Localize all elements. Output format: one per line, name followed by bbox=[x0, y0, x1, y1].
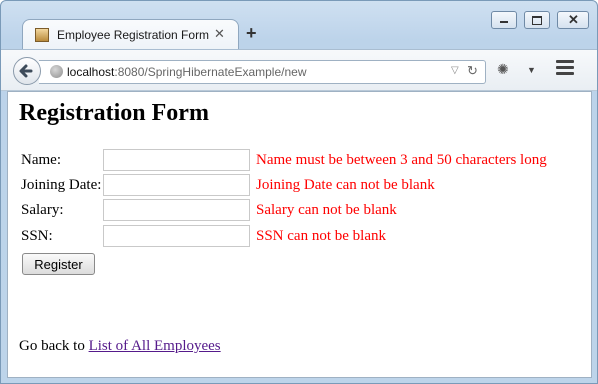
close-icon: ✕ bbox=[568, 12, 579, 27]
page-title: Registration Form bbox=[19, 100, 209, 126]
ssn-input[interactable] bbox=[103, 225, 250, 247]
back-arrow-icon bbox=[19, 64, 33, 78]
favicon-icon bbox=[35, 28, 49, 42]
joining-date-error: Joining Date can not be blank bbox=[256, 177, 435, 193]
url-path: :8080/SpringHibernateExample/new bbox=[114, 65, 307, 79]
menu-icon[interactable] bbox=[556, 60, 574, 78]
minimize-button[interactable] bbox=[491, 11, 517, 29]
minimize-icon bbox=[500, 21, 508, 23]
back-button[interactable] bbox=[13, 57, 41, 85]
joining-date-input[interactable] bbox=[103, 174, 250, 196]
browser-window: ✕ Employee Registration Form ✕ + localho… bbox=[0, 0, 598, 384]
joining-date-label: Joining Date: bbox=[21, 177, 102, 193]
go-back-text: Go back to bbox=[19, 338, 85, 354]
globe-icon bbox=[50, 65, 63, 78]
ssn-error: SSN can not be blank bbox=[256, 228, 386, 244]
extension-icon[interactable]: ✺ bbox=[497, 61, 509, 78]
salary-input[interactable] bbox=[103, 199, 250, 221]
register-button[interactable]: Register bbox=[22, 253, 95, 275]
history-dropdown-icon[interactable]: ▽ bbox=[451, 65, 459, 76]
page-viewport: Registration Form Name: Name must be bet… bbox=[7, 91, 592, 378]
tab-employee-registration[interactable]: Employee Registration Form ✕ bbox=[22, 19, 239, 50]
name-error: Name must be between 3 and 50 characters… bbox=[256, 152, 547, 168]
salary-error: Salary can not be blank bbox=[256, 202, 397, 218]
reload-icon[interactable]: ↻ bbox=[467, 63, 478, 79]
url-host: localhost bbox=[67, 65, 115, 79]
list-all-employees-link[interactable]: List of All Employees bbox=[89, 338, 221, 354]
extension-dropdown-icon[interactable]: ▼ bbox=[527, 65, 536, 75]
ssn-label: SSN: bbox=[21, 228, 53, 244]
restore-button[interactable] bbox=[524, 11, 550, 29]
close-window-button[interactable]: ✕ bbox=[557, 11, 589, 29]
salary-label: Salary: bbox=[21, 202, 64, 218]
address-url: localhost:8080/SpringHibernateExample/ne… bbox=[67, 65, 307, 79]
tab-title: Employee Registration Form bbox=[57, 28, 210, 42]
name-label: Name: bbox=[21, 152, 61, 168]
address-bar[interactable]: localhost:8080/SpringHibernateExample/ne… bbox=[39, 60, 486, 84]
navigation-bar: localhost:8080/SpringHibernateExample/ne… bbox=[1, 49, 597, 91]
restore-icon bbox=[532, 16, 542, 25]
tab-close-icon[interactable]: ✕ bbox=[214, 26, 225, 42]
name-input[interactable] bbox=[103, 149, 250, 171]
go-back-line: Go back to List of All Employees bbox=[19, 338, 221, 355]
new-tab-icon[interactable]: + bbox=[246, 23, 257, 44]
